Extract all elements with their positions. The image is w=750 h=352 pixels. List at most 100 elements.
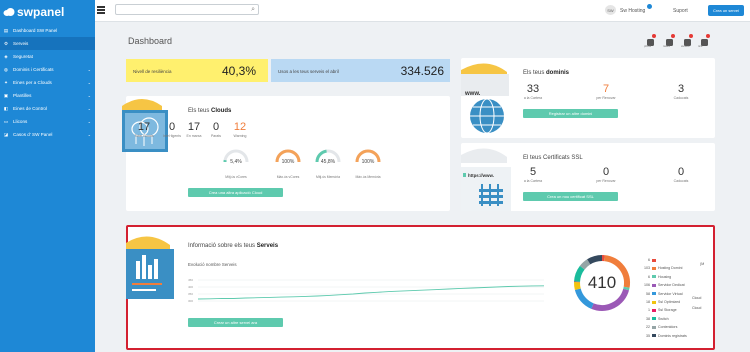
legend-count: 103 (644, 266, 650, 271)
stat-item: 5a la Cartera (518, 166, 548, 183)
stat-value: 12 (233, 121, 247, 133)
traffic-label: Usos a les teus serveis el abril (278, 69, 339, 74)
notification-icon[interactable]: tick (698, 34, 710, 48)
stat-label: a la Cartera (523, 179, 543, 183)
legend-item: 6 (638, 258, 658, 262)
dashboard-icon: ▤ (3, 27, 9, 33)
y-tick-label: 300 (188, 299, 193, 303)
domains-card: www. Els teus dominis 33 a la Cartera 7 per… (461, 58, 715, 138)
y-tick-label: 450 (188, 278, 193, 282)
legend-label: Dominis registrats (658, 333, 687, 338)
gauge-value: 100% (281, 159, 295, 165)
user-menu[interactable]: Sw Hosting (620, 8, 645, 14)
stat-value: 0 (602, 166, 610, 178)
search-icon[interactable]: ⌕ (251, 6, 255, 14)
legend-label: Ssl Optimized (658, 300, 681, 304)
legend-swatch (652, 317, 656, 321)
clouds-title: Els teus Clouds (188, 108, 231, 114)
stat-item: 0 per Renovar (591, 166, 621, 183)
legend-count: 106 (644, 283, 650, 288)
chevron-down-icon: ⌄ (87, 106, 91, 111)
control-icon: ◧ (3, 105, 9, 111)
notification-label: pbids (644, 44, 652, 48)
legend-extra-label: Cloud (692, 296, 702, 300)
sidebar-item-label: Serveis (13, 41, 29, 46)
domains-title: Els teus dominis (523, 70, 569, 76)
support-menu[interactable]: Suport (673, 8, 688, 14)
legend-item: 38 Switch (638, 317, 669, 321)
legend-swatch (652, 292, 656, 296)
user-badge (647, 4, 652, 9)
sidebar-item-2[interactable]: ◈ Seguretat (0, 50, 95, 63)
avatar[interactable]: SW (605, 5, 616, 15)
sidebar-item-7[interactable]: ▭ Llicons ⌄ (0, 115, 95, 128)
legend-item: 103 Hosting Domini (638, 266, 682, 270)
traffic-box: Usos a les teus serveis el abril 334.526 (271, 59, 450, 82)
sidebar-item-4[interactable]: ✦ Eines per a Clouds ⌄ (0, 76, 95, 89)
legend-item: 58 Servidor Virtual (638, 292, 683, 296)
hamburger-menu-icon[interactable] (97, 6, 105, 14)
create-service-now-button[interactable]: Crear un altre servei ara (188, 318, 283, 327)
sidebar-item-0[interactable]: ▤ Dashboard SW Panel (0, 24, 95, 37)
services-chart-label: Evolució nombre Serveis (188, 262, 237, 267)
legend-item: 106 Servidor Dedicat (638, 283, 685, 287)
stat-label: a la Cartera (523, 96, 543, 100)
shield-icon: ◈ (4, 53, 8, 59)
y-tick-label: 400 (188, 285, 193, 289)
legend-count: 38 (646, 316, 650, 321)
register-domain-button[interactable]: Registrar un altre domini (523, 109, 618, 118)
stat-label: per Renovar (596, 96, 616, 100)
usage-gauge: 100% Màx.ús Memòria (355, 149, 381, 179)
legend-extra-label: Cloud (692, 306, 702, 310)
traffic-value: 334.526 (400, 64, 444, 78)
domains-title-bold: dominis (546, 70, 570, 76)
legend-swatch (652, 300, 656, 304)
create-ssl-button[interactable]: Crea un nou certificat SSL (523, 192, 618, 201)
services-total: 410 (587, 273, 617, 292)
stat-label: Caducats (673, 179, 689, 183)
donut-slice (587, 255, 603, 265)
alert-dot (652, 34, 656, 38)
gear-icon: ⚙ (3, 40, 9, 46)
sidebar-item-5[interactable]: ▣ Plantilles ⌄ (0, 89, 95, 102)
legend-count: 6 (648, 274, 650, 279)
usage-gauge: 45,8% Mitj.ús Memòria (315, 149, 341, 179)
legend-count: 35 (646, 333, 650, 338)
brand-name: swpanel (17, 5, 65, 19)
legend-label: Switch (658, 316, 669, 321)
sidebar-item-1[interactable]: ⚙ Serveis (0, 37, 95, 50)
legend-count: 18 (646, 300, 650, 304)
create-cloud-button[interactable]: Crea una altra aplicació Cloud (188, 188, 283, 197)
brand-logo[interactable]: swpanel (0, 0, 95, 24)
sidebar-item-6[interactable]: ◧ Eines de Control ⌄ (0, 102, 95, 115)
clouds-title-bold: Clouds (211, 108, 232, 114)
services-title: Informació sobre els teus Serveis (188, 243, 278, 249)
sidebar-menu: ▤ Dashboard SW Panel ⚙ Serveis ◈ Seguretat ◍ Do… (0, 24, 95, 141)
sidebar-item-8[interactable]: ◪ Casos d' SW Panel ⌄ (0, 128, 95, 141)
gauge-label: Mitj.ús Memòria (316, 175, 340, 179)
usage-gauge: 100% Màx.ús vCores (275, 149, 301, 179)
globe-icon: ◍ (3, 66, 8, 72)
notification-icon[interactable]: tasks (663, 34, 675, 48)
notification-icon[interactable]: pbids (644, 34, 656, 48)
legend-extra-label: (M (700, 262, 705, 266)
sidebar-item-label: Casos d' SW Panel (13, 132, 53, 137)
search-input[interactable]: ⌕ (115, 4, 259, 15)
resilience-level-box: Nivell de resiliència 40,3% (126, 59, 268, 82)
stat-value: 0 (677, 166, 685, 178)
monitor-chart-illustration-icon (126, 236, 174, 299)
notification-icon[interactable]: avisos (681, 34, 693, 48)
www-text: www. (465, 91, 481, 97)
create-service-button[interactable]: Crea un servei (708, 5, 744, 16)
y-tick-label: 350 (188, 292, 193, 296)
license-icon: ▭ (3, 118, 9, 124)
sidebar-item-label: Dashboard SW Panel (13, 28, 58, 33)
donut-slice (579, 259, 591, 270)
sidebar-item-label: Seguretat (13, 54, 33, 59)
sidebar-item-3[interactable]: ◍ Dominis i Certificats ⌄ (0, 63, 95, 76)
clouds-title-prefix: Els teus (188, 108, 212, 114)
page-title: Dashboard (128, 36, 173, 46)
stat-item: 17 Total Clouds (129, 121, 159, 138)
stat-item: 33 a la Cartera (518, 83, 548, 100)
legend-swatch (652, 334, 656, 338)
